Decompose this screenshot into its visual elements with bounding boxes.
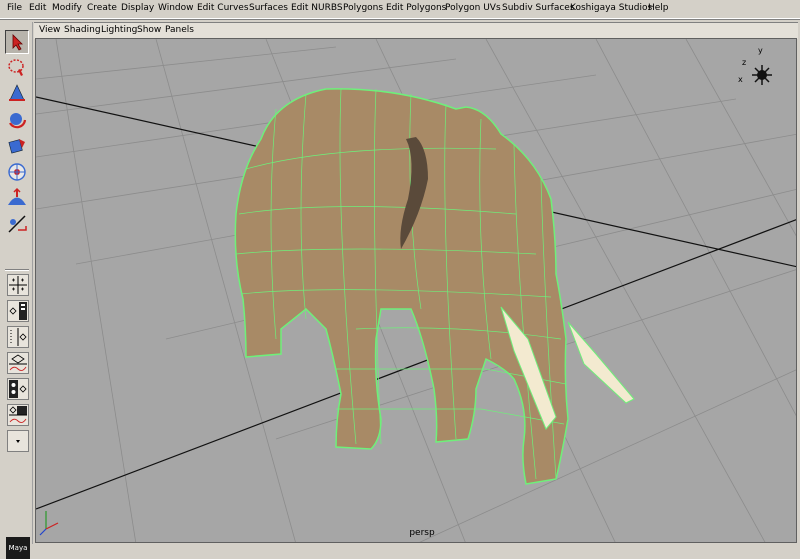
menu-window[interactable]: Window <box>158 3 194 13</box>
persp-graph-icon <box>9 354 27 372</box>
axis-z-label: z <box>742 58 746 67</box>
panel-menu-panels[interactable]: Panels <box>165 25 194 35</box>
layout-persp-graph[interactable] <box>7 352 29 374</box>
layout-outliner-persp[interactable] <box>7 326 29 348</box>
scale-tool[interactable] <box>5 134 29 158</box>
lasso-tool[interactable] <box>5 56 29 80</box>
toolbox: Maya <box>2 22 33 559</box>
move-icon <box>9 84 25 101</box>
menu-modify[interactable]: Modify <box>52 3 82 13</box>
rotate-icon <box>9 113 27 129</box>
elephant-body-mesh <box>234 88 569 485</box>
panel-menu-show[interactable]: Show <box>137 25 161 35</box>
menu-surfaces[interactable]: Surfaces <box>249 3 288 13</box>
select-tool[interactable] <box>5 30 29 54</box>
menu-polygon-uvs[interactable]: Polygon UVs <box>445 3 501 13</box>
menu-polygons[interactable]: Polygons <box>343 3 383 13</box>
show-manipulator-icon <box>8 215 27 233</box>
four-view-icon <box>9 276 27 294</box>
move-tool[interactable] <box>5 82 29 106</box>
menu-edit-polygons[interactable]: Edit Polygons <box>386 3 446 13</box>
menu-display[interactable]: Display <box>121 3 154 13</box>
scale-icon <box>8 139 25 154</box>
manipulator-icon <box>8 163 26 181</box>
menu-create[interactable]: Create <box>87 3 117 13</box>
elephant-model[interactable] <box>234 88 635 485</box>
main-menubar: File Edit Modify Create Display Window E… <box>0 0 800 19</box>
panel-menu-lighting[interactable]: Lighting <box>101 25 137 35</box>
axis-indicator: y z x <box>738 46 772 85</box>
layout-four-view[interactable] <box>7 274 29 296</box>
hypershade-persp-icon <box>9 380 27 398</box>
show-manipulator-tool[interactable] <box>5 212 29 236</box>
axis-y-label: y <box>758 46 763 55</box>
layout-persp-outliner[interactable] <box>7 300 29 322</box>
menu-subdiv-surfaces[interactable]: Subdiv Surfaces <box>502 3 575 13</box>
viewport-scene: y z x <box>36 39 796 542</box>
perspective-viewport[interactable]: y z x persp <box>35 38 797 543</box>
menu-help[interactable]: Help <box>648 3 669 13</box>
menu-edit-nurbs[interactable]: Edit NURBS <box>291 3 343 13</box>
chevron-down-icon <box>16 440 20 443</box>
menu-file[interactable]: File <box>7 3 22 13</box>
soft-mod-tool[interactable] <box>5 186 29 210</box>
select-arrow-icon <box>12 34 23 51</box>
panel-menu-shading[interactable]: Shading <box>64 25 101 35</box>
right-tusk <box>567 321 635 404</box>
maya-logo: Maya <box>6 537 30 559</box>
persp-outliner-icon <box>9 302 27 320</box>
menu-edit-curves[interactable]: Edit Curves <box>197 3 249 13</box>
camera-name-label: persp <box>409 528 435 538</box>
rotate-tool[interactable] <box>5 108 29 132</box>
persp-graph-outliner-icon <box>9 406 27 424</box>
menu-edit[interactable]: Edit <box>29 3 46 13</box>
panel-menu-view[interactable]: View <box>39 25 60 35</box>
menu-koshigaya-studios[interactable]: Koshigaya Studios <box>570 3 652 13</box>
layout-hypershade-persp[interactable] <box>7 378 29 400</box>
soft-modify-icon <box>8 187 26 205</box>
layout-dropdown[interactable] <box>7 430 29 452</box>
manipulator-tool[interactable] <box>5 160 29 184</box>
lasso-icon <box>8 59 24 76</box>
layout-persp-graph-outliner[interactable] <box>7 404 29 426</box>
origin-axes-icon <box>39 511 59 536</box>
toolbox-divider <box>5 269 29 271</box>
axis-x-label: x <box>738 75 743 84</box>
panel-menubar: View Shading Lighting Show Panels <box>34 22 798 39</box>
outliner-persp-icon <box>10 328 27 346</box>
